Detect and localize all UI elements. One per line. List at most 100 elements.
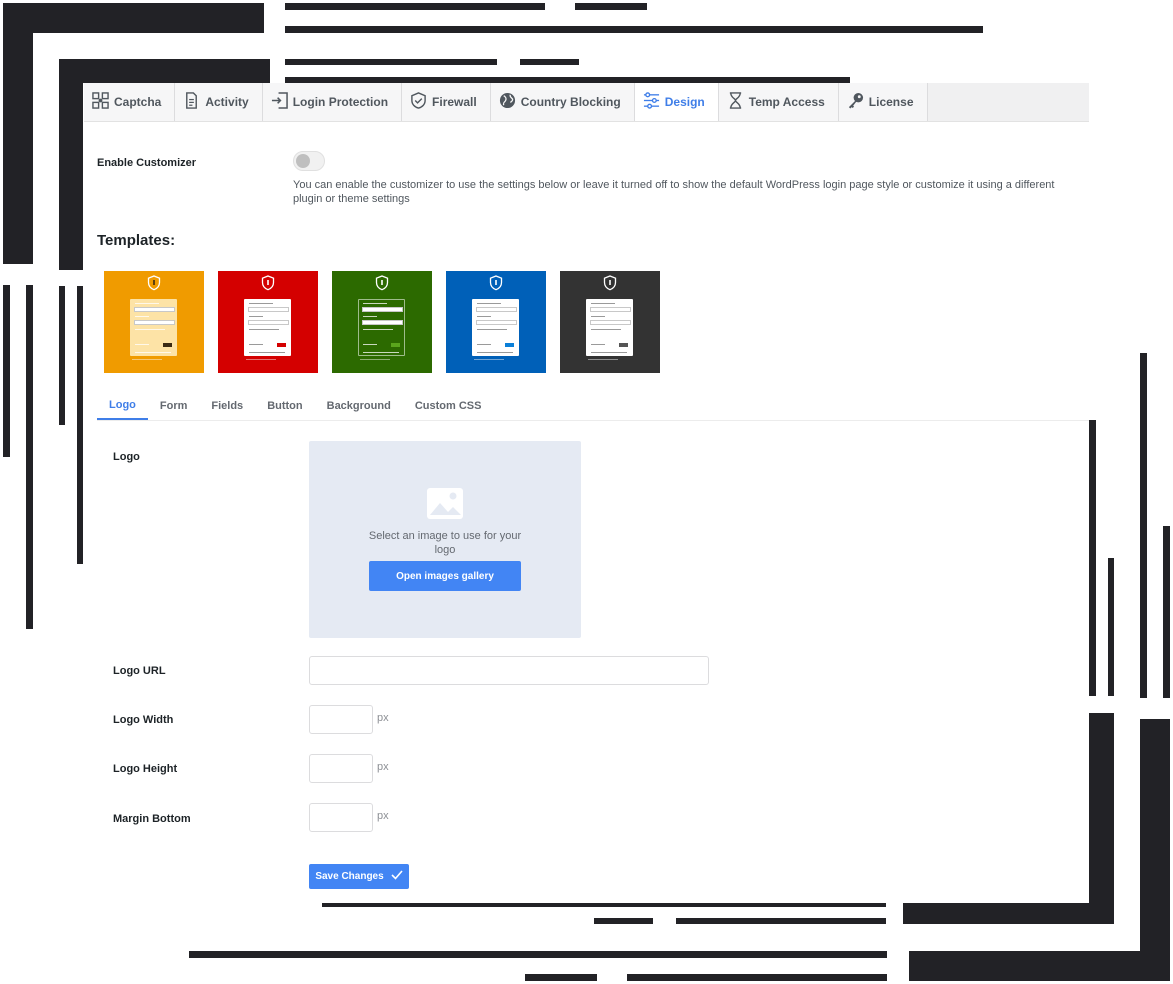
logo-height-label: Logo Height [113, 763, 178, 775]
decor-bar [3, 3, 33, 264]
decor-bar [676, 918, 886, 924]
subtab-fields[interactable]: Fields [199, 391, 255, 420]
tab-license[interactable]: License [838, 83, 928, 121]
template-footer-line [588, 359, 618, 360]
decor-bar [903, 901, 1114, 924]
template-footer-line [360, 359, 390, 360]
subtab-form[interactable]: Form [148, 391, 200, 420]
tab-firewall[interactable]: Firewall [402, 83, 491, 121]
tab-design[interactable]: Design [634, 83, 719, 121]
shield-check-icon [410, 92, 427, 112]
shield-logo-icon [489, 275, 503, 291]
margin-bottom-input[interactable] [309, 803, 373, 832]
hourglass-icon [727, 92, 744, 112]
globe-icon [499, 92, 516, 112]
logo-image-dropzone[interactable]: Select an image to use for your logo Ope… [309, 441, 581, 638]
open-gallery-button[interactable]: Open images gallery [369, 561, 521, 591]
toggle-knob [296, 154, 310, 168]
shield-logo-icon [147, 275, 161, 291]
tab-captcha[interactable]: Captcha [84, 83, 176, 121]
main-tabs: Captcha Activity Login Protection Firewa… [84, 83, 1089, 122]
decor-bar [575, 3, 647, 10]
tab-label: Activity [205, 95, 249, 109]
template-green[interactable] [332, 271, 432, 373]
tab-label: Design [664, 95, 705, 109]
decor-bar [189, 951, 887, 958]
save-changes-button[interactable]: Save Changes [309, 864, 409, 889]
decor-bar [3, 285, 10, 457]
template-yellow[interactable] [104, 271, 204, 373]
logo-width-input[interactable] [309, 705, 373, 734]
key-icon [847, 92, 864, 112]
template-form-preview [244, 299, 291, 356]
decor-bar [285, 3, 545, 10]
decor-bar [525, 974, 597, 981]
shield-logo-icon [375, 275, 389, 291]
decor-bar [3, 3, 264, 33]
subtab-background[interactable]: Background [315, 391, 403, 420]
save-label: Save Changes [315, 871, 384, 882]
decor-bar [1108, 558, 1114, 696]
decor-bar [59, 59, 270, 83]
margin-bottom-label: Margin Bottom [113, 813, 191, 825]
decor-bar [1163, 526, 1170, 698]
login-door-icon [271, 92, 288, 112]
decor-bar [594, 918, 653, 924]
tab-country-blocking[interactable]: Country Blocking [490, 83, 635, 121]
unit-px: px [377, 810, 389, 822]
captcha-icon [92, 92, 109, 112]
decor-bar [1140, 719, 1170, 981]
subtab-logo[interactable]: Logo [97, 391, 148, 420]
template-form-preview [130, 299, 177, 356]
tab-label: License [868, 95, 914, 109]
logo-width-label: Logo Width [113, 714, 174, 726]
decor-bar [520, 59, 579, 65]
subtabs-divider [97, 420, 1089, 421]
decor-bar [59, 286, 65, 425]
shield-logo-icon [603, 275, 617, 291]
decor-bar [909, 951, 1170, 981]
settings-panel: Captcha Activity Login Protection Firewa… [84, 83, 1089, 903]
decor-bar [285, 59, 497, 65]
logo-height-input[interactable] [309, 754, 373, 783]
decor-bar [1089, 420, 1096, 696]
decor-bar [285, 26, 983, 33]
tab-label: Country Blocking [520, 95, 621, 109]
templates-title: Templates: [97, 232, 176, 249]
template-dark[interactable] [560, 271, 660, 373]
subtab-custom-css[interactable]: Custom CSS [403, 391, 494, 420]
logo-label: Logo [113, 451, 140, 463]
unit-px: px [377, 712, 389, 724]
logo-url-label: Logo URL [113, 665, 166, 677]
sliders-icon [643, 92, 660, 112]
decor-bar [77, 286, 83, 564]
decor-bar [1140, 353, 1147, 698]
document-icon [183, 92, 200, 112]
template-footer-line [132, 359, 162, 360]
customizer-toggle[interactable] [293, 151, 325, 171]
tab-temp-access[interactable]: Temp Access [718, 83, 839, 121]
tab-label: Login Protection [292, 95, 389, 109]
shield-logo-icon [261, 275, 275, 291]
decor-bar [1089, 713, 1114, 924]
checkmark-icon [391, 870, 403, 883]
tab-label: Temp Access [748, 95, 825, 109]
template-blue[interactable] [446, 271, 546, 373]
enable-customizer-label: Enable Customizer [97, 157, 197, 169]
template-form-preview [472, 299, 519, 356]
template-red[interactable] [218, 271, 318, 373]
customizer-description: You can enable the customizer to use the… [293, 179, 1055, 205]
logo-url-input[interactable] [309, 656, 709, 685]
template-footer-line [474, 359, 504, 360]
tab-label: Captcha [114, 95, 162, 109]
tab-activity[interactable]: Activity [175, 83, 263, 121]
gallery-hint: Select an image to use for your logo [368, 530, 522, 556]
design-subtabs: Logo Form Fields Button Background Custo… [97, 391, 493, 421]
decor-bar [59, 59, 83, 270]
decor-bar [627, 974, 887, 981]
tab-label: Firewall [432, 95, 477, 109]
template-form-preview [358, 299, 405, 356]
tab-login-protection[interactable]: Login Protection [262, 83, 403, 121]
subtab-button[interactable]: Button [255, 391, 314, 420]
decor-bar [26, 285, 33, 629]
